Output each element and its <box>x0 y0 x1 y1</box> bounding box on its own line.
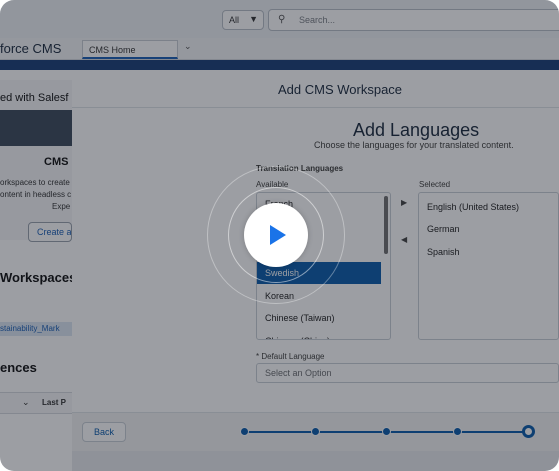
play-icon <box>270 225 286 245</box>
play-button[interactable] <box>244 203 308 267</box>
screenshot-frame: All ▼ ⚲ Search... force CMS CMS Home ⌄ e… <box>0 0 559 471</box>
